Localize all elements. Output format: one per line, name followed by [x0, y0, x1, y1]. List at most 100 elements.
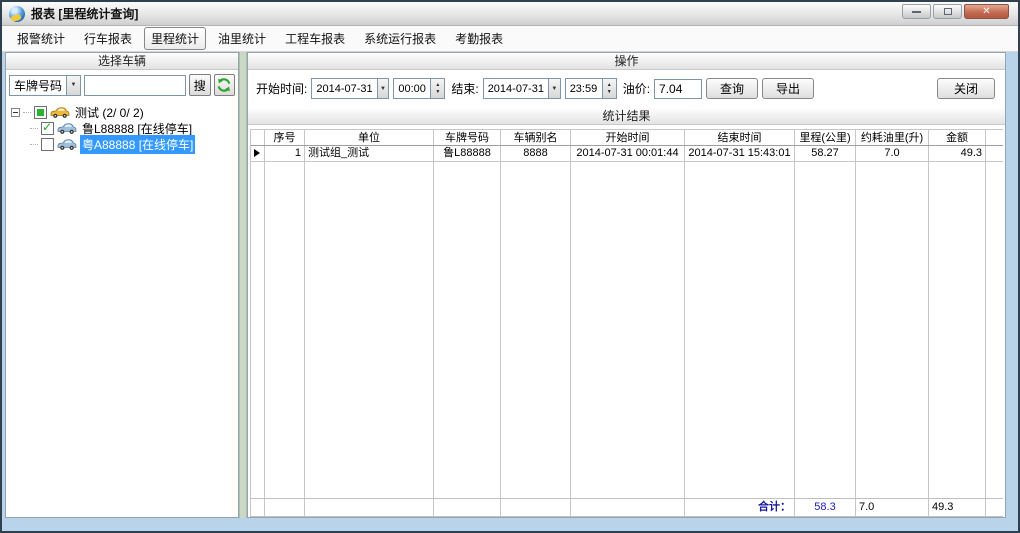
- col-header-seq[interactable]: 序号: [265, 130, 305, 145]
- app-icon: [9, 6, 25, 22]
- fuel-price-label: 油价:: [623, 80, 650, 97]
- totals-label: 合计：: [685, 499, 795, 516]
- empty-cell: [265, 162, 305, 492]
- refresh-button[interactable]: [214, 74, 236, 96]
- start-time-spinner[interactable]: 00:00 ▲▼: [393, 78, 445, 99]
- col-header-end[interactable]: 结束时间: [685, 130, 795, 145]
- empty-cell: [571, 499, 685, 516]
- end-time-value: 23:59: [566, 83, 602, 95]
- vehicle-panel-header: 选择车辆: [6, 53, 238, 70]
- start-time-label: 开始时间:: [256, 80, 307, 97]
- chevron-down-icon[interactable]: ▼: [377, 79, 389, 98]
- tab-engineering-report[interactable]: 工程车报表: [278, 27, 352, 50]
- end-date-value: 2014-07-31: [484, 83, 548, 95]
- vehicle-tree: 测试 (2/ 0/ 2) ✓ 鲁L88888 [在线停车]: [6, 99, 238, 157]
- cell-unit: 测试组_测试: [305, 146, 434, 161]
- col-header-plate[interactable]: 车牌号码: [434, 130, 501, 145]
- end-date-picker[interactable]: 2014-07-31 ▼: [483, 78, 561, 99]
- export-button[interactable]: 导出: [762, 78, 814, 99]
- chevron-down-icon[interactable]: ▼: [548, 79, 560, 98]
- spinner-up-icon[interactable]: ▲: [435, 82, 440, 89]
- grid-sub-row: [250, 492, 1003, 499]
- empty-cell: [265, 499, 305, 516]
- tab-alarm-stats[interactable]: 报警统计: [10, 27, 72, 50]
- cell-mileage: 58.27: [795, 146, 856, 161]
- empty-cell: [305, 162, 434, 492]
- group-checkbox[interactable]: [34, 106, 47, 119]
- empty-cell: [305, 499, 434, 516]
- spinner-down-icon[interactable]: ▼: [607, 89, 612, 96]
- empty-cell: [685, 162, 795, 492]
- spinner-arrows-icon[interactable]: ▲▼: [602, 79, 616, 98]
- title-bar: 报表 [里程统计查询] ✕: [2, 2, 1018, 26]
- end-time-spinner[interactable]: 23:59 ▲▼: [565, 78, 617, 99]
- search-field-select[interactable]: 车牌号码 ▼: [9, 75, 81, 96]
- table-row[interactable]: 1 测试组_测试 鲁L88888 8888 2014-07-31 00:01:4…: [250, 146, 1003, 162]
- col-header-fuel[interactable]: 约耗油里(升): [856, 130, 929, 145]
- col-header-filler: [986, 130, 1003, 145]
- panel-splitter[interactable]: [239, 52, 247, 518]
- vehicle-checkbox-unchecked[interactable]: [41, 138, 54, 151]
- cell-filler: [986, 146, 1003, 161]
- col-header-unit[interactable]: 单位: [305, 130, 434, 145]
- maximize-button[interactable]: [933, 4, 962, 19]
- window-controls: ✕: [902, 4, 1009, 19]
- cell-seq: 1: [265, 146, 305, 161]
- tree-vehicle-row[interactable]: 粤A88888 [在线停车]: [30, 136, 236, 152]
- cell-fuel: 7.0: [856, 146, 929, 161]
- empty-cell: [986, 162, 1003, 492]
- empty-cell: [501, 499, 571, 516]
- empty-cell: [251, 499, 265, 516]
- spinner-down-icon[interactable]: ▼: [435, 89, 440, 96]
- fuel-price-input[interactable]: [654, 79, 702, 99]
- vehicle-checkbox-checked[interactable]: ✓: [41, 122, 54, 135]
- refresh-icon: [216, 77, 232, 93]
- tree-connector: [23, 112, 31, 113]
- operation-controls: 开始时间: 2014-07-31 ▼ 00:00 ▲▼ 结束: 2014-07-…: [248, 70, 1005, 108]
- tab-attendance-report[interactable]: 考勤报表: [448, 27, 510, 50]
- empty-cell: [251, 162, 265, 492]
- tab-fuel-stats[interactable]: 油里统计: [211, 27, 273, 50]
- results-header: 统计结果: [248, 108, 1005, 125]
- start-time-value: 00:00: [394, 83, 430, 95]
- vehicle-panel: 选择车辆 车牌号码 ▼ 搜: [5, 52, 239, 518]
- empty-cell: [929, 492, 986, 498]
- check-icon: ✓: [42, 121, 52, 134]
- empty-cell: [501, 162, 571, 492]
- empty-cell: [856, 492, 929, 498]
- operation-header: 操作: [248, 53, 1005, 70]
- cell-amount: 49.3: [929, 146, 986, 161]
- totals-mileage: 58.3: [795, 499, 856, 516]
- close-report-button[interactable]: 关闭: [937, 78, 995, 99]
- search-button[interactable]: 搜: [189, 74, 211, 96]
- col-header-alias[interactable]: 车辆别名: [501, 130, 571, 145]
- vehicle-search-row: 车牌号码 ▼ 搜: [6, 70, 238, 99]
- col-header-start[interactable]: 开始时间: [571, 130, 685, 145]
- menu-bar: 报警统计 行车报表 里程统计 油里统计 工程车报表 系统运行报表 考勤报表: [2, 26, 1018, 52]
- close-button[interactable]: ✕: [964, 4, 1009, 19]
- empty-cell: [795, 162, 856, 492]
- vehicle-label-selected[interactable]: 粤A88888 [在线停车]: [80, 135, 195, 154]
- search-input[interactable]: [84, 75, 186, 96]
- row-selector-header: [251, 130, 265, 145]
- tab-driving-report[interactable]: 行车报表: [77, 27, 139, 50]
- tree-collapse-icon[interactable]: [11, 108, 20, 117]
- minimize-button[interactable]: [902, 4, 931, 19]
- car-icon-blue: [57, 122, 77, 135]
- col-header-amount[interactable]: 金额: [929, 130, 986, 145]
- car-icon-blue: [57, 138, 77, 151]
- spinner-arrows-icon[interactable]: ▲▼: [430, 79, 444, 98]
- query-button[interactable]: 查询: [706, 78, 758, 99]
- col-header-mileage[interactable]: 里程(公里): [795, 130, 856, 145]
- start-date-picker[interactable]: 2014-07-31 ▼: [311, 78, 389, 99]
- current-row-marker: [251, 146, 265, 161]
- close-icon: ✕: [982, 6, 990, 17]
- empty-cell: [986, 492, 1003, 498]
- empty-cell: [434, 162, 501, 492]
- chevron-down-icon[interactable]: ▼: [66, 76, 80, 95]
- tab-mileage-stats[interactable]: 里程统计: [144, 27, 206, 50]
- tab-system-report[interactable]: 系统运行报表: [357, 27, 443, 50]
- empty-cell: [856, 162, 929, 492]
- totals-amount: 49.3: [929, 499, 986, 516]
- spinner-up-icon[interactable]: ▲: [607, 82, 612, 89]
